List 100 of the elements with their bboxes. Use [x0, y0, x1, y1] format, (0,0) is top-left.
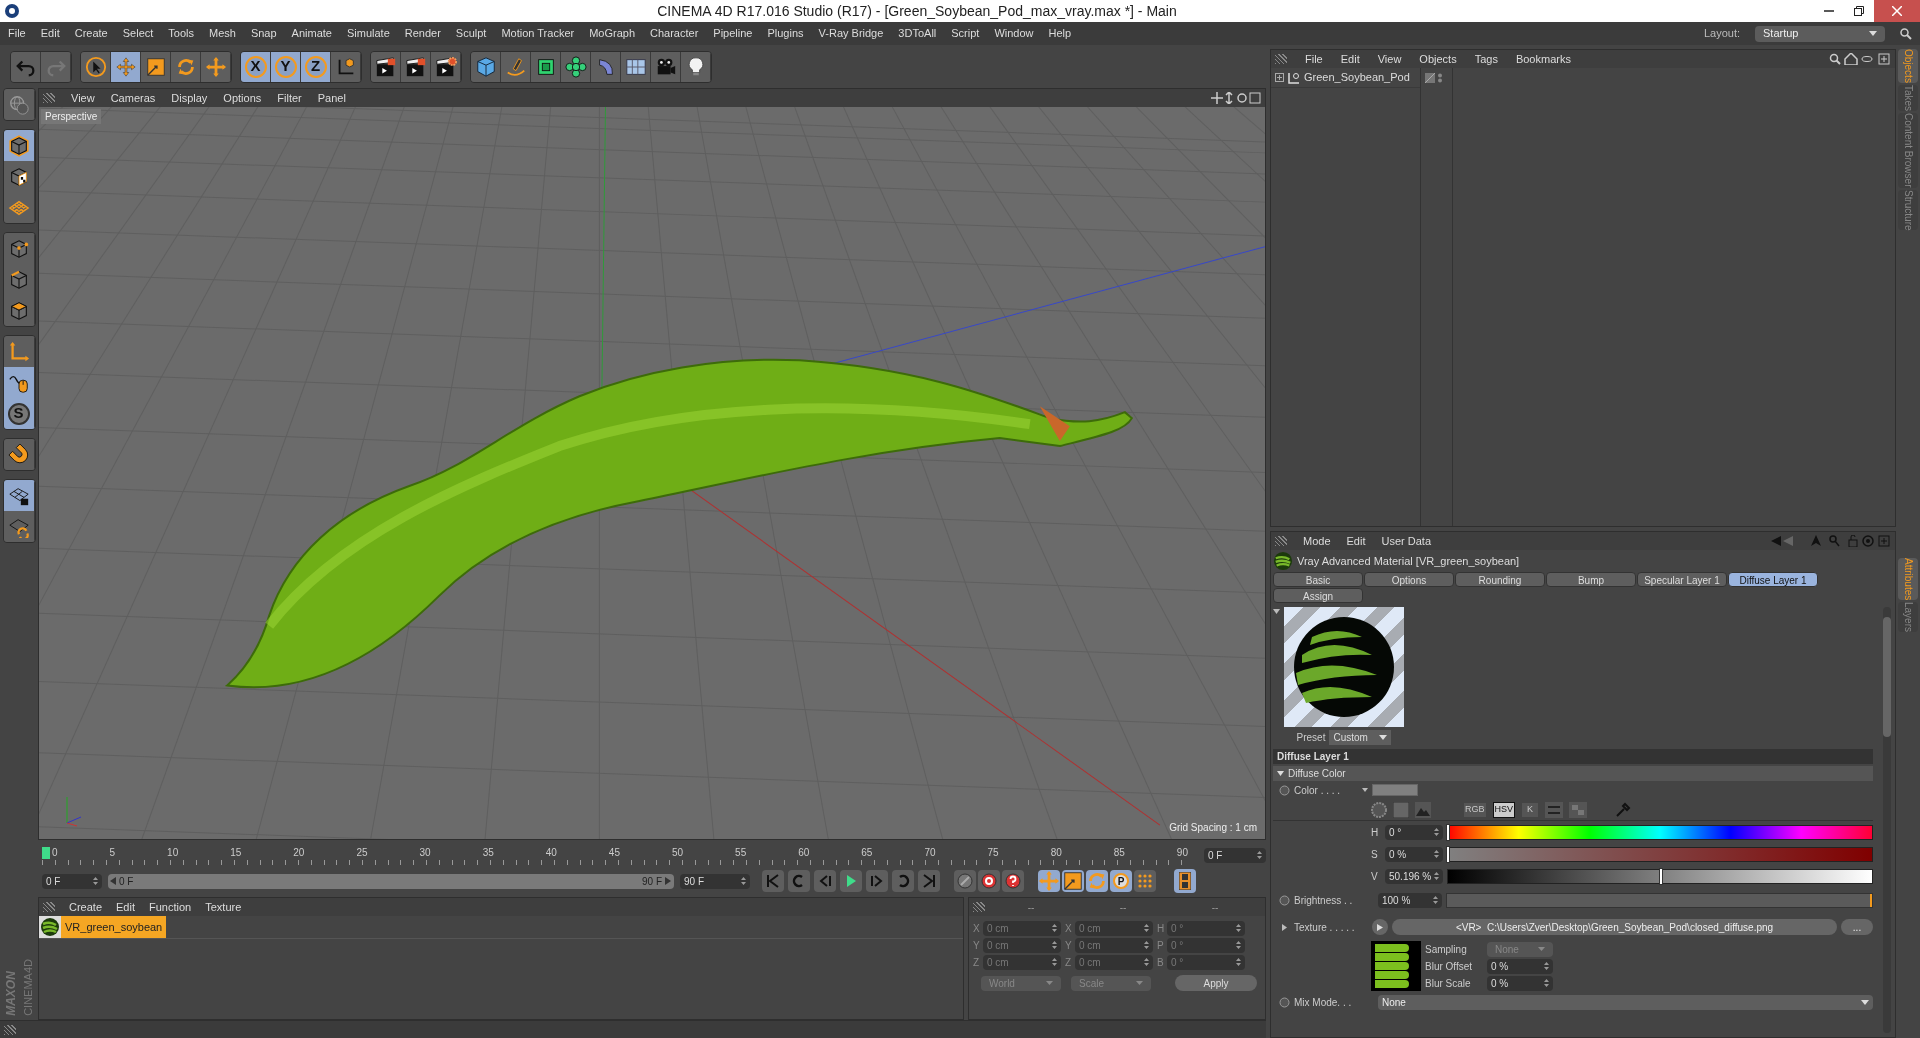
- tool-button[interactable]: [3, 192, 35, 223]
- menu-item[interactable]: 3DToAll: [898, 25, 937, 42]
- keyframe-button[interactable]: [1002, 870, 1024, 892]
- tool-button[interactable]: [561, 51, 591, 82]
- animation-dot-icon[interactable]: [1279, 996, 1290, 1008]
- snap-toggle-button[interactable]: S: [3, 398, 35, 429]
- menu-item[interactable]: Snap: [250, 25, 277, 42]
- texture-path-field[interactable]: <VR> C:\Users\Zver\Desktop\Green_Soybean_Pod\closed_diffuse.png: [1392, 919, 1837, 935]
- menu-item[interactable]: V-Ray Bridge: [818, 25, 884, 42]
- channel-field[interactable]: 50.196 %: [1385, 868, 1443, 884]
- color-mode-button[interactable]: HSV: [1492, 801, 1516, 818]
- menu-item[interactable]: Cameras: [110, 89, 156, 107]
- menu-item[interactable]: Window: [994, 25, 1034, 42]
- brightness-slider[interactable]: [1446, 892, 1873, 908]
- menu-item[interactable]: Edit: [1346, 532, 1366, 550]
- step-forward-button[interactable]: [866, 870, 888, 892]
- color-wheel-icon[interactable]: [1371, 801, 1387, 818]
- key-filter-button[interactable]: [1086, 870, 1108, 892]
- axis-toggle-button[interactable]: Y: [271, 51, 301, 82]
- key-filter-button[interactable]: [1062, 870, 1084, 892]
- checker-icon[interactable]: [1569, 801, 1588, 818]
- menu-item[interactable]: Function: [149, 898, 192, 916]
- blur-scale-field[interactable]: 0 %: [1487, 975, 1553, 991]
- playhead-marker[interactable]: [42, 847, 50, 859]
- attribute-tab[interactable]: Assign: [1273, 588, 1363, 603]
- menu-item[interactable]: Panel: [317, 89, 346, 107]
- step-back-button[interactable]: [814, 870, 836, 892]
- slider-thumb[interactable]: [1658, 867, 1663, 885]
- menu-item[interactable]: File: [1305, 50, 1323, 68]
- menu-item[interactable]: Character: [650, 25, 699, 42]
- tool-button[interactable]: [3, 161, 35, 192]
- menu-item[interactable]: Script: [951, 25, 980, 42]
- color-mode-button[interactable]: RGB: [1463, 801, 1487, 818]
- start-frame-field[interactable]: 0 F: [42, 873, 102, 889]
- search-icon[interactable]: [1900, 27, 1912, 40]
- animation-dot-icon[interactable]: [1279, 894, 1290, 906]
- tool-button[interactable]: [621, 51, 651, 82]
- menu-item[interactable]: Create: [74, 25, 108, 42]
- browse-button[interactable]: ...: [1841, 919, 1873, 935]
- tool-button[interactable]: [3, 439, 35, 470]
- channel-slider[interactable]: [1447, 868, 1873, 884]
- frame-range-slider[interactable]: 0 F 90 F: [108, 873, 674, 889]
- tool-button[interactable]: [681, 51, 711, 82]
- tool-button[interactable]: [401, 51, 431, 82]
- keyframe-button[interactable]: [978, 870, 1000, 892]
- menu-item[interactable]: View: [1377, 50, 1402, 68]
- menu-item[interactable]: Sculpt: [455, 25, 487, 42]
- material-item[interactable]: VR_green_soybean: [39, 916, 963, 938]
- menu-item[interactable]: Motion Tracker: [501, 25, 575, 42]
- tool-button[interactable]: [3, 480, 35, 511]
- channel-field[interactable]: 0 %: [1385, 846, 1443, 862]
- color-mode-button[interactable]: K: [1521, 801, 1540, 818]
- menu-item[interactable]: Animate: [291, 25, 332, 42]
- tool-button[interactable]: [3, 511, 35, 542]
- menu-item[interactable]: Mode: [1303, 532, 1331, 550]
- key-filter-button[interactable]: P: [1110, 870, 1132, 892]
- viewport-navigation-icon[interactable]: [1211, 92, 1261, 104]
- menu-item[interactable]: Texture: [205, 898, 242, 916]
- end-frame-field[interactable]: 90 F: [680, 873, 750, 889]
- menu-item[interactable]: Edit: [40, 25, 60, 42]
- expand-triangle-icon[interactable]: [1279, 921, 1290, 933]
- key-filter-button[interactable]: [1134, 870, 1156, 892]
- menu-item[interactable]: Tags: [1474, 50, 1498, 68]
- menu-item[interactable]: View: [71, 89, 95, 107]
- slider-thumb[interactable]: [1446, 845, 1450, 863]
- expand-plus-icon[interactable]: [1275, 73, 1284, 82]
- menu-item[interactable]: Edit: [116, 898, 135, 916]
- play-button[interactable]: [840, 870, 862, 892]
- menu-item[interactable]: File: [8, 25, 26, 42]
- tool-button[interactable]: [431, 51, 461, 82]
- tool-button[interactable]: [3, 130, 35, 161]
- menu-item[interactable]: User Data: [1381, 532, 1432, 550]
- menu-item[interactable]: Render: [404, 25, 441, 42]
- attribute-tools-icon[interactable]: [1771, 535, 1891, 547]
- menu-item[interactable]: Plugins: [767, 25, 804, 42]
- mix-mode-dropdown[interactable]: None: [1378, 994, 1873, 1010]
- blur-offset-field[interactable]: 0 %: [1487, 958, 1553, 974]
- object-row[interactable]: Green_Soybean_Pod: [1271, 68, 1420, 88]
- tool-button[interactable]: [3, 336, 35, 367]
- tool-button[interactable]: [141, 51, 171, 82]
- tool-button[interactable]: [3, 367, 35, 398]
- attribute-tab[interactable]: Rounding: [1455, 572, 1545, 587]
- menu-item[interactable]: Options: [223, 89, 262, 107]
- loop-back-button[interactable]: [788, 870, 810, 892]
- attribute-tab[interactable]: Specular Layer 1: [1637, 572, 1727, 587]
- channel-slider[interactable]: [1447, 846, 1873, 862]
- tool-button[interactable]: [331, 51, 361, 82]
- collapse-triangle-icon[interactable]: [1273, 609, 1280, 614]
- menu-item[interactable]: Create: [69, 898, 103, 916]
- key-filter-button[interactable]: [1038, 870, 1060, 892]
- tool-button[interactable]: [371, 51, 401, 82]
- scrollbar[interactable]: [1883, 607, 1891, 1033]
- texture-play-button[interactable]: [1372, 919, 1388, 935]
- tool-button[interactable]: [111, 51, 141, 82]
- attribute-tab[interactable]: Diffuse Layer 1: [1728, 572, 1818, 587]
- slider-thumb[interactable]: [1446, 823, 1450, 841]
- channel-slider[interactable]: [1447, 824, 1873, 840]
- menu-item[interactable]: Tools: [168, 25, 194, 42]
- loop-forward-button[interactable]: [892, 870, 914, 892]
- menu-item[interactable]: Bookmarks: [1515, 50, 1571, 68]
